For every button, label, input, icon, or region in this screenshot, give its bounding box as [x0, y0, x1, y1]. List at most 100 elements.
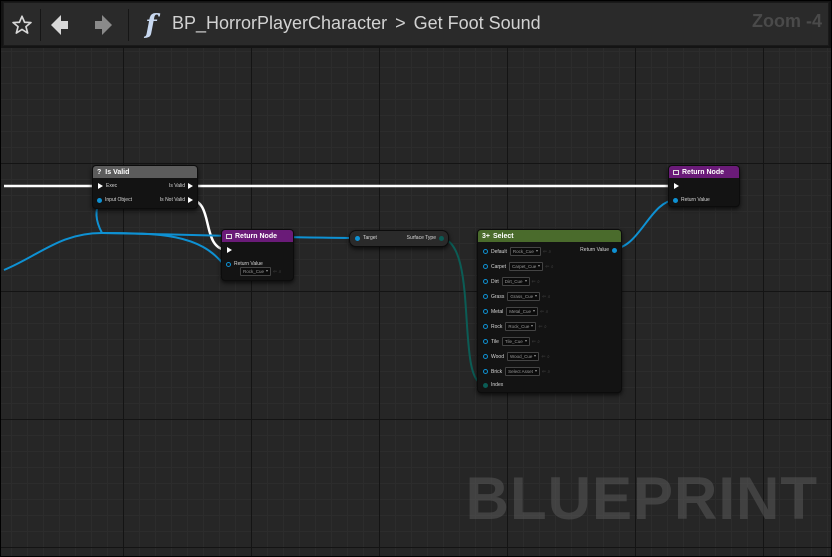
select-option-row[interactable]: Grass Grass_Cue ⇐ ⌕: [483, 292, 551, 301]
return-value-pin-row[interactable]: Return Value: [673, 197, 713, 203]
select-option-label: Metal: [491, 308, 504, 315]
browse-asset-icon[interactable]: ⇐ ⌕: [273, 269, 281, 275]
object-pin-icon[interactable]: [97, 197, 102, 203]
blueprint-graph-editor[interactable]: ? Is Valid Exec Input Object Is Valid Is…: [0, 0, 832, 557]
exec-pin-icon[interactable]: [227, 247, 232, 253]
toolbar-separator: [40, 9, 41, 41]
star-icon[interactable]: [9, 12, 35, 38]
object-pin-icon[interactable]: [483, 354, 488, 359]
select-option-label: Carpet: [491, 263, 507, 270]
return-value-pin-row[interactable]: Return Value Rock_Cue ⇐ ⌕: [226, 261, 281, 276]
browse-asset-icon[interactable]: ⇐ ⌕: [543, 249, 551, 255]
arrow-right-icon[interactable]: [90, 12, 116, 38]
select-option-row[interactable]: Rock Rock_Cue ⇐ ⌕: [483, 322, 547, 331]
object-pin-icon[interactable]: [483, 324, 488, 329]
is-valid-node[interactable]: ? Is Valid Exec Input Object Is Valid Is…: [92, 165, 198, 209]
exec-out-pin-icon[interactable]: [188, 197, 193, 203]
browse-asset-icon[interactable]: ⇐ ⌕: [532, 339, 540, 345]
browse-asset-icon[interactable]: ⇐ ⌕: [545, 264, 553, 270]
arrow-left-icon[interactable]: [47, 12, 73, 38]
select-option-row[interactable]: Carpet Carpet_Cue ⇐ ⌕: [483, 262, 554, 271]
asset-picker-dropdown[interactable]: Dirt_Cue: [501, 277, 530, 286]
select-option-label: Dirt: [491, 278, 499, 285]
return-node[interactable]: Return Node Return Value Rock_Cue ⇐ ⌕: [221, 229, 294, 281]
asset-picker-dropdown[interactable]: Metal_Cue: [506, 307, 538, 316]
breadcrumb-function[interactable]: Get Foot Sound: [414, 13, 541, 34]
breadcrumb: BP_HorrorPlayerCharacter > Get Foot Soun…: [172, 12, 541, 34]
exec-in-pin-row[interactable]: [227, 247, 232, 253]
select-option-row[interactable]: Metal Metal_Cue ⇐ ⌕: [483, 307, 548, 316]
asset-picker-dropdown[interactable]: Tile_Cue: [501, 337, 530, 346]
return-node-title: Return Node: [235, 232, 277, 240]
select-option-label: Rock: [491, 323, 503, 330]
macro-question-icon: ?: [97, 168, 102, 176]
exec-in-pin-row[interactable]: [674, 183, 679, 189]
target-label: Target: [363, 235, 377, 241]
is-valid-pin-row[interactable]: Is Valid: [166, 183, 193, 189]
asset-picker-dropdown[interactable]: Wood_Cue: [506, 352, 540, 361]
select-option-row[interactable]: Default Rock_Cue ⇐ ⌕: [483, 247, 551, 256]
breadcrumb-blueprint[interactable]: BP_HorrorPlayerCharacter: [172, 13, 387, 34]
function-f-icon: f: [145, 10, 157, 40]
index-label: Index: [491, 382, 504, 388]
input-object-label: Input Object: [105, 197, 132, 203]
is-not-valid-pin-row[interactable]: Is Not Valid: [157, 197, 193, 203]
object-pin-icon[interactable]: [226, 261, 231, 267]
select-option-label: Brick: [491, 368, 503, 375]
asset-picker-dropdown[interactable]: Rock_Cue: [509, 247, 541, 256]
browse-asset-icon[interactable]: ⇐ ⌕: [540, 309, 548, 315]
asset-picker-dropdown[interactable]: Rock_Cue: [505, 322, 537, 331]
enum-pin-icon[interactable]: [439, 235, 444, 241]
browse-asset-icon[interactable]: ⇐ ⌕: [542, 294, 550, 300]
object-pin-icon[interactable]: [673, 197, 678, 203]
object-pin-icon[interactable]: [612, 247, 617, 253]
select-title: Select: [492, 232, 514, 240]
graph-toolbar: f BP_HorrorPlayerCharacter > Get Foot So…: [0, 0, 832, 48]
enum-pin-icon[interactable]: [483, 382, 488, 388]
input-object-pin-row[interactable]: Input Object: [97, 197, 135, 203]
select-option-row[interactable]: Tile Tile_Cue ⇐ ⌕: [483, 337, 540, 346]
object-pin-icon[interactable]: [483, 309, 488, 314]
surface-type-pin-row[interactable]: Surface Type: [404, 235, 444, 241]
object-pin-icon[interactable]: [483, 294, 488, 299]
get-surface-type-node[interactable]: Target Surface Type: [349, 230, 449, 247]
select-return-pin-row[interactable]: Return Value: [577, 247, 617, 253]
select-option-row[interactable]: Dirt Dirt_Cue ⇐ ⌕: [483, 277, 540, 286]
asset-picker-dropdown[interactable]: Carpet_Cue: [509, 262, 544, 271]
exec-pin-icon[interactable]: [674, 183, 679, 189]
select-option-label: Tile: [491, 338, 499, 345]
select-option-row[interactable]: Brick Select Asset ⇐ ⌕: [483, 367, 550, 376]
object-pin-icon[interactable]: [483, 249, 488, 254]
select-node[interactable]: 3+ Select Default Rock_Cue ⇐ ⌕ Carpet Carpet…: [477, 229, 622, 393]
exec-pin-row[interactable]: Exec: [98, 183, 120, 189]
exec-pin-icon[interactable]: [98, 183, 103, 189]
return-node-header: Return Node: [222, 230, 293, 242]
zoom-level: Zoom -4: [752, 11, 822, 31]
asset-picker-dropdown[interactable]: Grass_Cue: [507, 292, 541, 301]
object-pin-icon[interactable]: [483, 264, 488, 269]
browse-asset-icon[interactable]: ⇐ ⌕: [541, 354, 549, 360]
asset-picker-dropdown[interactable]: Select Asset: [505, 367, 540, 376]
select-option-label: Wood: [491, 353, 504, 360]
object-pin-icon[interactable]: [483, 339, 488, 344]
select-option-row[interactable]: Wood Wood_Cue ⇐ ⌕: [483, 352, 550, 361]
select-option-label: Default: [491, 248, 507, 255]
browse-asset-icon[interactable]: ⇐ ⌕: [538, 324, 546, 330]
browse-asset-icon[interactable]: ⇐ ⌕: [532, 279, 540, 285]
object-pin-icon[interactable]: [483, 369, 488, 374]
target-pin-row[interactable]: Target: [355, 235, 380, 241]
select-header: 3+ Select: [478, 230, 621, 242]
return-node-main[interactable]: Return Node Return Value: [668, 165, 740, 207]
is-valid-title: Is Valid: [105, 168, 130, 176]
object-pin-icon[interactable]: [355, 235, 360, 241]
surface-type-label: Surface Type: [406, 235, 436, 241]
is-not-valid-pin-label: Is Not Valid: [159, 197, 185, 203]
browse-asset-icon[interactable]: ⇐ ⌕: [542, 369, 550, 375]
object-wire-to-return: [101, 232, 225, 266]
index-pin-row[interactable]: Index: [483, 382, 506, 388]
asset-picker-dropdown[interactable]: Rock_Cue: [240, 267, 272, 276]
exec-out-pin-icon[interactable]: [188, 183, 193, 189]
object-pin-icon[interactable]: [483, 279, 488, 284]
exec-pin-label: Exec: [106, 183, 118, 189]
select-icon: 3+: [482, 232, 490, 240]
